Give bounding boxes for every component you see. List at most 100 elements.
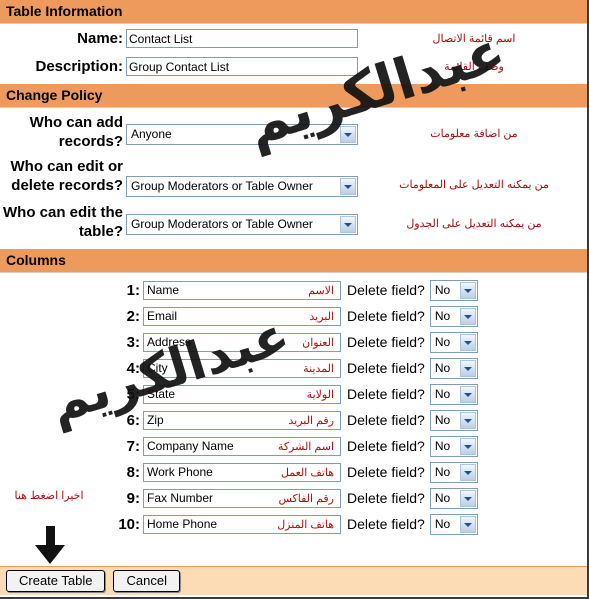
- cancel-button[interactable]: Cancel: [113, 570, 180, 592]
- who-can-edit-table-value: Group Moderators or Table Owner: [131, 217, 313, 231]
- who-can-edit-table-select[interactable]: Group Moderators or Table Owner: [126, 214, 358, 235]
- column-index-label: 10:: [118, 515, 140, 533]
- chevron-down-icon[interactable]: [459, 411, 476, 429]
- delete-field-label: Delete field?: [347, 412, 425, 428]
- table-row: 10: Home Phone هاتف المنزل Delete field? No: [0, 511, 587, 537]
- column-name-annotation: اسم الشركة: [277, 440, 334, 453]
- who-can-edit-delete-value: Group Moderators or Table Owner: [131, 179, 313, 193]
- column-index-label: 2:: [126, 307, 140, 325]
- column-name-value: Name: [147, 282, 180, 297]
- chevron-down-icon[interactable]: [459, 307, 476, 325]
- chevron-down-icon[interactable]: [459, 437, 476, 455]
- column-name-input[interactable]: Zip رقم البريد: [143, 410, 341, 430]
- who-can-edit-delete-select[interactable]: Group Moderators or Table Owner: [126, 176, 358, 197]
- table-row: 3: Address العنوان Delete field? No: [0, 329, 587, 355]
- table-name-input[interactable]: [126, 29, 358, 48]
- row-who-can-add: Who can add records? Anyone من اضافة معل…: [0, 108, 587, 151]
- column-name-input[interactable]: Name الاسم: [143, 280, 341, 300]
- row-who-can-edit-table: Who can edit the table? Group Moderators…: [0, 197, 587, 241]
- table-information-section: Name: اسم قائمة الاتصال Description: وصف…: [0, 24, 587, 76]
- column-name-annotation: العنوان: [302, 336, 334, 349]
- chevron-down-icon[interactable]: [459, 515, 476, 533]
- column-name-annotation: هاتف العمل: [280, 466, 334, 479]
- chevron-down-icon[interactable]: [459, 359, 476, 377]
- label-name: Name:: [77, 30, 123, 47]
- delete-field-select[interactable]: No: [429, 435, 478, 457]
- column-name-input[interactable]: Work Phone هاتف العمل: [143, 462, 341, 482]
- delete-field-select[interactable]: No: [429, 487, 478, 509]
- delete-field-select[interactable]: No: [429, 357, 478, 379]
- section-header-columns: Columns: [0, 249, 587, 273]
- column-name-value: Work Phone: [147, 464, 213, 479]
- chevron-down-icon[interactable]: [340, 178, 356, 195]
- delete-field-select[interactable]: No: [429, 461, 478, 483]
- column-name-value: Company Name: [147, 438, 234, 453]
- who-can-add-select[interactable]: Anyone: [126, 124, 358, 145]
- column-name-input[interactable]: Fax Number رقم الفاكس: [143, 488, 341, 508]
- delete-field-select[interactable]: No: [429, 409, 478, 431]
- column-name-annotation: البريد: [309, 310, 334, 323]
- delete-field-select[interactable]: No: [429, 279, 478, 301]
- who-can-add-cell: Anyone: [126, 113, 361, 145]
- column-name-value: Fax Number: [147, 490, 214, 505]
- note-who-can-add: من اضافة معلومات: [430, 128, 518, 140]
- column-name-annotation: الولاية: [306, 388, 334, 401]
- chevron-down-icon[interactable]: [340, 216, 356, 233]
- row-who-can-edit-delete: Who can edit or delete records? Group Mo…: [0, 151, 587, 197]
- delete-field-select[interactable]: No: [429, 331, 478, 353]
- label-description: Description:: [35, 58, 123, 75]
- row-table-description: Description: وصف القائمة: [0, 48, 587, 76]
- name-field-cell: [126, 29, 361, 48]
- description-field-cell: [126, 57, 361, 76]
- column-name-input[interactable]: State الولاية: [143, 384, 341, 404]
- note-who-can-edit-delete: من يمكنه التعديل على المعلومات: [399, 179, 549, 191]
- chevron-down-icon[interactable]: [459, 333, 476, 351]
- delete-field-select[interactable]: No: [429, 383, 478, 405]
- chevron-down-icon[interactable]: [340, 126, 356, 143]
- who-can-edit-delete-cell: Group Moderators or Table Owner: [126, 157, 361, 197]
- create-table-form-page: Table Information Name: اسم قائمة الاتصا…: [0, 0, 589, 599]
- note-table-name: اسم قائمة الاتصال: [432, 33, 516, 45]
- column-name-input[interactable]: Company Name اسم الشركة: [143, 436, 341, 456]
- column-name-value: Email: [147, 308, 178, 323]
- table-row: 4: City المدينة Delete field? No: [0, 355, 587, 381]
- form-footer: Create Table Cancel: [0, 566, 587, 595]
- chevron-down-icon[interactable]: [459, 463, 476, 481]
- create-table-button[interactable]: Create Table: [6, 570, 106, 592]
- chevron-down-icon[interactable]: [459, 385, 476, 403]
- table-row: 2: Email البريد Delete field? No: [0, 303, 587, 329]
- column-name-input[interactable]: City المدينة: [143, 358, 341, 378]
- who-can-edit-table-cell: Group Moderators or Table Owner: [126, 203, 361, 235]
- table-description-input[interactable]: [126, 57, 358, 76]
- delete-field-select[interactable]: No: [429, 513, 478, 535]
- delete-field-label: Delete field?: [347, 334, 425, 350]
- delete-field-label: Delete field?: [347, 464, 425, 480]
- table-row: 6: Zip رقم البريد Delete field? No: [0, 407, 587, 433]
- label-who-can-edit-delete: Who can edit or delete records?: [10, 158, 124, 194]
- section-header-change-policy: Change Policy: [0, 84, 587, 108]
- column-index-label: 6:: [126, 411, 140, 429]
- column-index-label: 3:: [126, 333, 140, 351]
- chevron-down-icon[interactable]: [459, 489, 476, 507]
- column-name-input[interactable]: Email البريد: [143, 306, 341, 326]
- delete-field-label: Delete field?: [347, 516, 425, 532]
- label-who-can-add: Who can add records?: [29, 114, 123, 150]
- section-header-table-information: Table Information: [0, 0, 587, 24]
- table-row: 1: Name الاسم Delete field? No: [0, 277, 587, 303]
- column-name-annotation: هاتف المنزل: [277, 518, 334, 531]
- delete-field-label: Delete field?: [347, 490, 425, 506]
- column-name-annotation: الاسم: [308, 284, 334, 297]
- chevron-down-icon[interactable]: [459, 281, 476, 299]
- delete-field-label: Delete field?: [347, 282, 425, 298]
- column-name-annotation: رقم الفاكس: [278, 492, 334, 505]
- column-name-input[interactable]: Home Phone هاتف المنزل: [143, 514, 341, 534]
- label-who-can-edit-table: Who can edit the table?: [3, 204, 123, 240]
- change-policy-section: Who can add records? Anyone من اضافة معل…: [0, 108, 587, 241]
- column-index-label: 7:: [126, 437, 140, 455]
- column-index-label: 1:: [126, 281, 140, 299]
- delete-field-select[interactable]: No: [429, 305, 478, 327]
- note-table-description: وصف القائمة: [444, 61, 504, 73]
- table-row: 7: Company Name اسم الشركة Delete field? No: [0, 433, 587, 459]
- column-name-annotation: المدينة: [303, 362, 334, 375]
- column-name-input[interactable]: Address العنوان: [143, 332, 341, 352]
